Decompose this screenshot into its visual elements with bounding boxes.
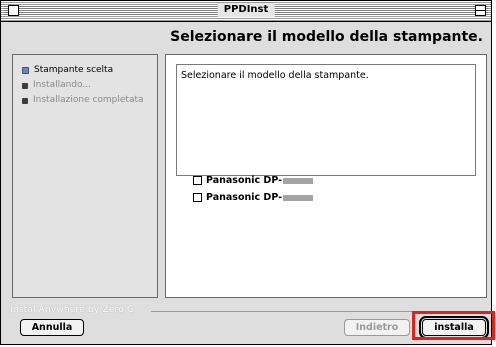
option-label: Panasonic DP- xyxy=(206,175,283,186)
message-box: Selezionare il modello della stampante. xyxy=(176,64,476,176)
step-label: Installazione completata xyxy=(33,95,144,105)
page-title: Selezionare il modello della stampante. xyxy=(170,29,483,45)
main-panel: Selezionare il modello della stampante. … xyxy=(165,54,487,298)
step-printer-chosen: Stampante scelta xyxy=(22,65,113,76)
message-text: Selezionare il modello della stampante. xyxy=(181,70,369,81)
step-label: Installando... xyxy=(33,80,91,90)
back-button[interactable]: Indietro xyxy=(344,319,410,336)
pending-step-icon xyxy=(22,97,28,104)
steps-panel: Stampante scelta Installando... Installa… xyxy=(12,54,158,298)
redacted-model-icon xyxy=(283,194,314,201)
option-label: Panasonic DP- xyxy=(206,192,283,203)
zoom-box-icon[interactable] xyxy=(475,5,486,16)
redacted-model-icon xyxy=(283,177,314,184)
printer-option-1[interactable]: Panasonic DP- xyxy=(193,175,314,186)
highlight-box xyxy=(412,311,495,340)
installer-window: PPDInst Selezionare il modello della sta… xyxy=(0,0,492,345)
step-installing: Installando... xyxy=(22,80,91,91)
pending-step-icon xyxy=(22,82,28,89)
option-checkbox[interactable] xyxy=(193,176,202,185)
cancel-button[interactable]: Annulla xyxy=(20,319,84,336)
step-label: Stampante scelta xyxy=(34,65,114,75)
title-bar[interactable]: PPDInst xyxy=(1,1,491,22)
option-checkbox[interactable] xyxy=(193,193,202,202)
step-installation-complete: Installazione completata xyxy=(22,95,144,106)
footer-brand: InstallAnywhere by Zero G xyxy=(10,305,135,315)
close-box-icon[interactable] xyxy=(8,5,19,16)
printer-option-2[interactable]: Panasonic DP- xyxy=(193,192,314,203)
active-step-icon xyxy=(22,67,29,74)
window-title: PPDInst xyxy=(217,3,275,17)
